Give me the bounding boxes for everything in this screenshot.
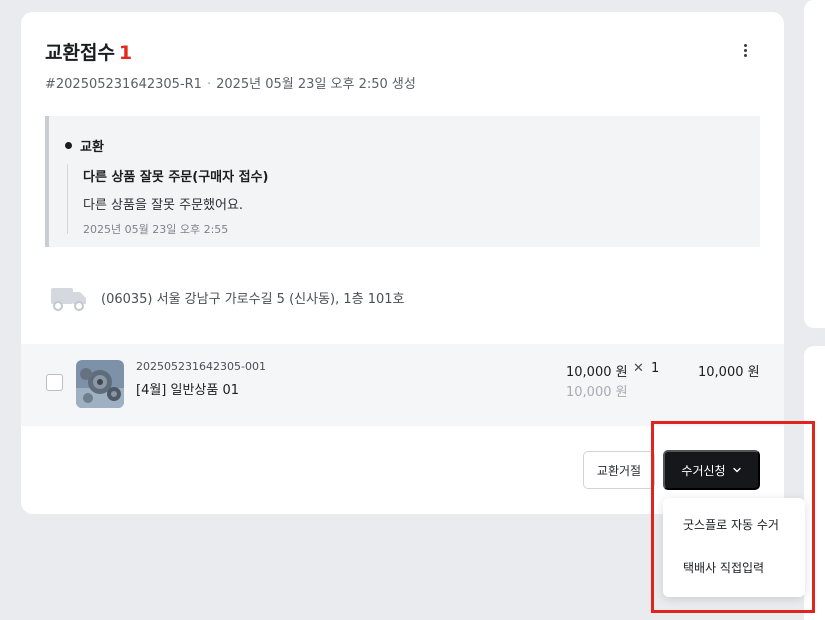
pickup-address: (06035) 서울 강남구 가로수길 5 (신사동), 1층 101호 xyxy=(101,292,405,307)
side-panel-top xyxy=(804,0,825,328)
menu-item-goodsflow-auto-pickup[interactable]: 굿스플로 자동 수거 xyxy=(663,510,805,540)
chevron-down-icon xyxy=(732,467,741,473)
reason-detail: 다른 상품 잘못 주문(구매자 접수) 다른 상품을 잘못 주문했어요. 202… xyxy=(67,164,269,236)
reason-type: 교환 xyxy=(65,136,104,155)
item-thumbnail xyxy=(76,360,124,408)
pickup-dropdown-menu: 굿스플로 자동 수거 택배사 직접입력 xyxy=(663,498,805,597)
reject-exchange-button[interactable]: 교환거절 xyxy=(583,451,655,489)
pickup-request-label: 수거신청 xyxy=(681,463,726,478)
item-name: [4월] 일반상품 01 xyxy=(136,383,240,398)
reason-description: 다른 상품을 잘못 주문했어요. xyxy=(83,198,244,213)
item-quantity: 1 xyxy=(651,361,660,376)
times-icon: ✕ xyxy=(633,361,644,376)
kebab-menu-icon[interactable] xyxy=(735,40,755,60)
order-created: 2025년 05월 23일 오후 2:50 생성 xyxy=(216,77,416,92)
order-subline: #202505231642305-R1 · 2025년 05월 23일 오후 2:5… xyxy=(45,77,416,92)
bullet-dot-icon xyxy=(65,142,72,149)
title-label: 교환접수 xyxy=(45,42,115,64)
reason-box: 교환 다른 상품 잘못 주문(구매자 접수) 다른 상품을 잘못 주문했어요. … xyxy=(45,116,760,247)
exchange-card: 교환접수 1 #202505231642305-R1 · 2025년 05월 23일 … xyxy=(21,12,784,514)
item-checkbox[interactable] xyxy=(46,374,63,391)
reason-type-label: 교환 xyxy=(80,140,104,155)
pickup-request-button[interactable]: 수거신청 xyxy=(663,450,760,490)
item-code: 202505231642305-001 xyxy=(136,360,266,373)
item-original-price: 10,000 원 xyxy=(566,385,628,400)
page-title: 교환접수 1 xyxy=(45,38,132,65)
order-id: #202505231642305-R1 xyxy=(45,77,202,92)
truck-icon xyxy=(51,288,86,311)
item-total: 10,000 원 xyxy=(698,365,760,380)
menu-item-courier-manual-entry[interactable]: 택배사 직접입력 xyxy=(663,553,805,583)
item-row: 202505231642305-001 [4월] 일반상품 01 10,000 … xyxy=(21,344,784,426)
reason-title: 다른 상품 잘못 주문(구매자 접수) xyxy=(83,170,269,185)
side-panel-bottom xyxy=(804,346,825,620)
title-count: 1 xyxy=(118,42,133,64)
item-price: 10,000 원 xyxy=(566,365,628,380)
reason-time: 2025년 05월 23일 오후 2:55 xyxy=(83,223,229,236)
